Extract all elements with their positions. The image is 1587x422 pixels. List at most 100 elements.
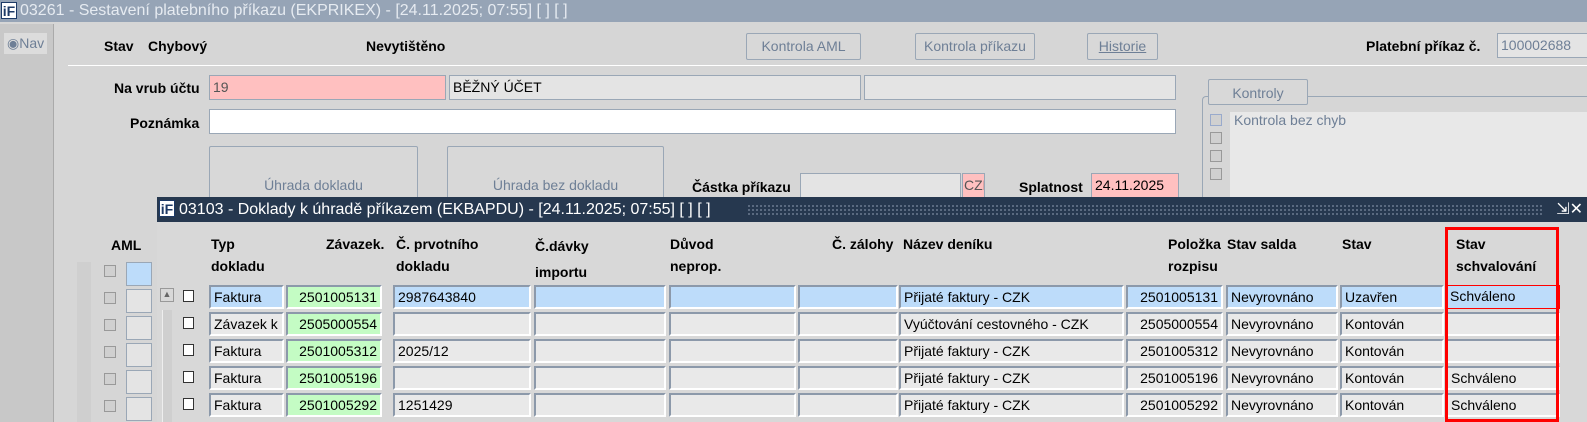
cell-typ-dokladu[interactable]: Faktura [209,366,284,390]
cell-zavazek[interactable]: 2501005131 [286,285,382,309]
scroll-up-button[interactable]: ▲ [160,288,174,302]
main-window-title: 03261 - Sestavení platebního příkazu (EK… [20,2,568,19]
cell-typ-dokladu[interactable]: Závazek k zúčtování [209,312,284,336]
header-prvotni-doklad: Č. prvotního dokladu [396,236,479,274]
cell-davka-importu[interactable] [534,393,666,417]
splatnost-label: Splatnost [1019,179,1083,195]
header-typ-dokladu: Typ dokladu [211,236,265,274]
header-duvod-neprop: Důvod neprop. [670,236,722,274]
aml-cell[interactable] [126,262,152,286]
cell-polozka-rozpisu[interactable]: 2501005131 [1126,285,1223,309]
cell-zaloha[interactable] [798,366,898,390]
cell-zaloha[interactable] [798,393,898,417]
row-checkbox[interactable] [183,290,194,302]
aml-cell[interactable] [126,343,152,367]
cell-zavazek[interactable]: 2501005196 [286,366,382,390]
cell-stav[interactable]: Kontován [1340,312,1444,336]
cell-stav-salda[interactable]: Nevyrovnáno [1226,312,1338,336]
kontrola-checkbox[interactable] [1210,150,1222,162]
kontrola-checkbox[interactable] [1210,132,1222,144]
cell-typ-dokladu[interactable]: Faktura [209,285,284,309]
cell-zavazek[interactable]: 2505000554 [286,312,382,336]
cell-davka-importu[interactable] [534,285,666,309]
cell-polozka-rozpisu[interactable]: 2505000554 [1126,312,1223,336]
cell-polozka-rozpisu[interactable]: 2501005312 [1126,339,1223,363]
historie-button[interactable]: Historie [1087,33,1158,60]
ucet-extra-field[interactable] [864,75,1176,100]
aml-cell[interactable] [126,316,152,340]
row-checkbox[interactable] [183,371,194,383]
cell-zaloha[interactable] [798,285,898,309]
cell-duvod-neprop[interactable] [669,312,796,336]
cell-prvotni-doklad[interactable]: 1251429 [393,393,531,417]
cell-nazev-deniku[interactable]: Přijaté faktury - CZK [899,393,1124,417]
cell-duvod-neprop[interactable] [669,339,796,363]
aml-checkbox[interactable] [104,292,116,304]
row-checkbox[interactable] [183,344,194,356]
header-zaloha: Č. zálohy [832,236,894,252]
cell-davka-importu[interactable] [534,312,666,336]
cell-stav-salda[interactable]: Nevyrovnáno [1226,339,1338,363]
row-checkbox[interactable] [183,398,194,410]
kontrola-aml-button[interactable]: Kontrola AML [746,33,861,60]
cell-zaloha[interactable] [798,312,898,336]
cell-davka-importu[interactable] [534,339,666,363]
aml-cell[interactable] [126,397,152,421]
inner-logo: iF [159,200,175,217]
cell-zaloha[interactable] [798,339,898,363]
row-checkbox[interactable] [183,317,194,329]
aml-checkbox[interactable] [104,400,116,412]
splatnost-field[interactable]: 24.11.2025 [1091,173,1179,198]
aml-checkbox[interactable] [104,265,116,277]
cell-prvotni-doklad[interactable]: 2025/12 [393,339,531,363]
cell-polozka-rozpisu[interactable]: 2501005292 [1126,393,1223,417]
aml-cell[interactable] [126,289,152,313]
cell-nazev-deniku[interactable]: Vyúčtování cestovného - CZK [899,312,1124,336]
cell-typ-dokladu[interactable]: Faktura [209,339,284,363]
ucet-name-field[interactable]: BĚŽNÝ ÚČET [449,75,861,100]
main-title-bar: iF 03261 - Sestavení platebního příkazu (… [0,0,1587,22]
cell-stav[interactable]: Uzavřen [1340,285,1444,309]
cell-typ-dokladu[interactable]: Faktura [209,393,284,417]
cell-stav-salda[interactable]: Nevyrovnáno [1226,285,1338,309]
cell-zavazek[interactable]: 2501005292 [286,393,382,417]
kontrola-prikazu-button[interactable]: Kontrola příkazu [915,33,1035,60]
aml-checkbox[interactable] [104,346,116,358]
cell-stav[interactable]: Kontován [1340,366,1444,390]
poznamka-field[interactable] [209,109,1176,134]
cell-duvod-neprop[interactable] [669,366,796,390]
cell-prvotni-doklad[interactable]: 2987643840 [393,285,531,309]
kontrola-checkbox[interactable] [1210,168,1222,180]
left-scrollbar[interactable] [77,262,91,422]
castka-field[interactable] [800,173,961,198]
cell-stav[interactable]: Kontován [1340,393,1444,417]
cell-davka-importu[interactable] [534,366,666,390]
inner-title-bar: iF 03103 - Doklady k úhradě příkazem (EKB… [157,197,1587,222]
prikaz-number-field[interactable]: 100002688 [1497,33,1587,58]
cell-stav[interactable]: Kontován [1340,339,1444,363]
kontrola-checkbox[interactable] [1210,114,1222,126]
aml-cell[interactable] [126,370,152,394]
cell-zavazek[interactable]: 2501005312 [286,339,382,363]
cell-prvotni-doklad[interactable] [393,366,531,390]
drag-handle[interactable] [747,204,1542,215]
print-status: Nevytištěno [366,38,446,54]
cell-nazev-deniku[interactable]: Přijaté faktury - CZK [899,285,1124,309]
cell-prvotni-doklad[interactable] [393,312,531,336]
cell-stav-salda[interactable]: Nevyrovnáno [1226,393,1338,417]
tab-kontroly[interactable]: Kontroly [1208,79,1308,105]
nav-button[interactable]: ◉Nav [4,33,48,54]
cell-duvod-neprop[interactable] [669,285,796,309]
aml-checkbox[interactable] [104,319,116,331]
aml-checkbox[interactable] [104,373,116,385]
cell-nazev-deniku[interactable]: Přijaté faktury - CZK [899,366,1124,390]
header-stav-salda: Stav salda [1227,236,1297,252]
scrollbar[interactable] [162,310,172,422]
minimize-close-icons[interactable]: ⇲✕ [1556,197,1583,222]
cell-nazev-deniku[interactable]: Přijaté faktury - CZK [899,339,1124,363]
cell-polozka-rozpisu[interactable]: 2501005196 [1126,366,1223,390]
ucet-field[interactable]: 19 [209,75,446,100]
cell-stav-salda[interactable]: Nevyrovnáno [1226,366,1338,390]
mena-field[interactable]: CZK [962,173,985,198]
cell-duvod-neprop[interactable] [669,393,796,417]
